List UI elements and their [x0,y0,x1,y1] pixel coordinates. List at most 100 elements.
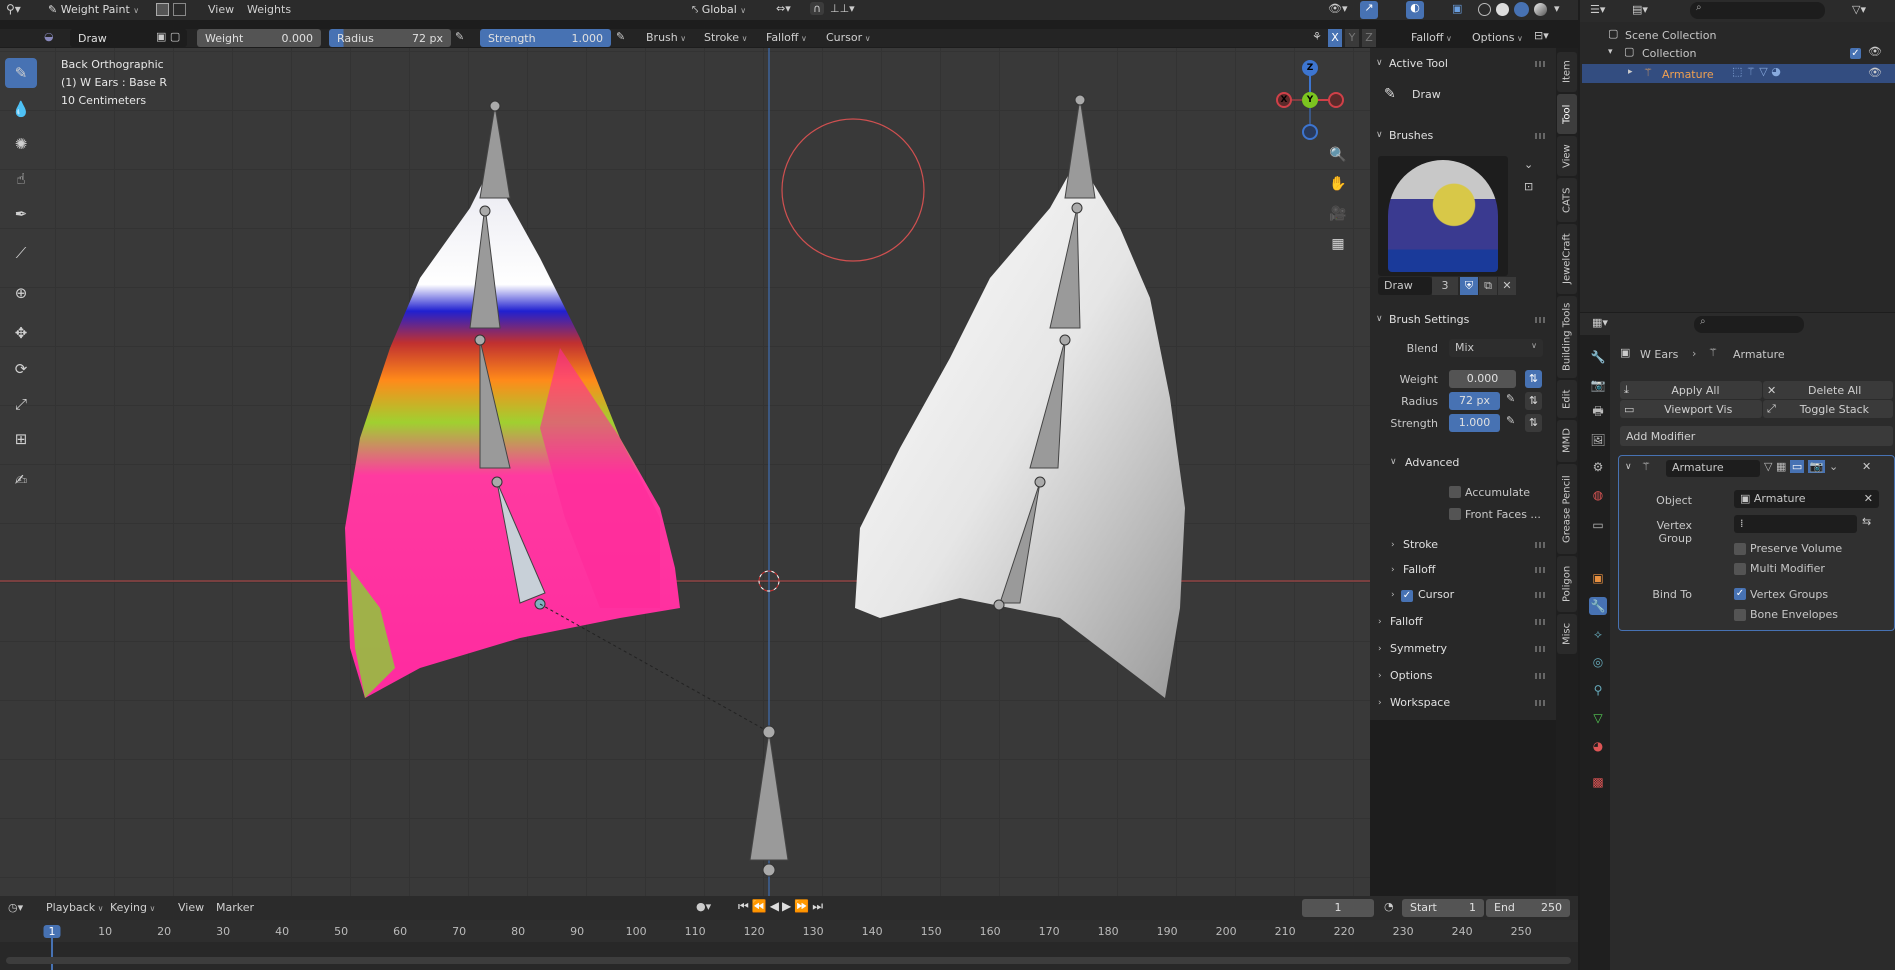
strength-field[interactable]: Strength 1.000 [480,29,611,47]
tab-tool[interactable]: Tool [1557,94,1577,134]
menu-weights[interactable]: Weights [247,0,291,20]
navigation-gizmo[interactable]: Z Y X [1270,60,1350,140]
falloff-chevron[interactable]: › [1378,617,1382,627]
object-field[interactable]: ▣ Armature ✕ [1734,490,1879,508]
particles-props-icon[interactable]: ⟡ [1589,625,1607,643]
orientation-selector[interactable]: ⤣ Global [692,2,746,18]
pan-hand-icon[interactable]: ✋ [1326,172,1350,196]
tab-misc[interactable]: Misc [1557,614,1577,654]
object-props-icon[interactable]: ▣ [1589,569,1607,587]
gizmo-z[interactable]: Z [1302,60,1318,76]
workspace-chevron[interactable]: › [1378,698,1382,708]
active-tool-chevron[interactable]: ∨ [1376,58,1383,68]
shading-solid[interactable] [1496,3,1509,16]
falloff-popover[interactable]: Falloff [1411,28,1452,48]
vertex-group-field[interactable]: ⁞ [1734,515,1857,533]
tab-jewelcraft[interactable]: JewelCraft [1557,224,1577,294]
weight-field[interactable]: Weight 0.000 [197,29,321,47]
world-props-icon[interactable]: ◍ [1589,486,1607,504]
mirror-x[interactable]: X [1328,29,1342,47]
properties-search-input[interactable]: ⌕ [1694,316,1804,333]
panel-grip[interactable] [1535,592,1545,598]
viewport-3d[interactable] [0,48,1370,896]
solid-toggle-icon[interactable] [172,3,186,16]
tool-sample-weight[interactable]: ✒ [5,199,37,229]
strength-value-field[interactable]: 1.000 [1449,414,1500,432]
gizmo-neg-x[interactable] [1328,92,1344,108]
modifier-remove-icon[interactable]: ✕ [1862,460,1871,473]
falloff-title[interactable]: Falloff [1390,615,1422,628]
radius-value-field[interactable]: 72 px [1449,392,1500,410]
snap-toggle[interactable]: ∩ [810,2,825,15]
shading-rendered[interactable] [1534,3,1547,16]
fake-user-shield-icon[interactable]: ⛨ [1460,277,1478,295]
ortho-grid-icon[interactable]: ▦ [1326,232,1350,256]
brush-slot-field[interactable]: Draw [1378,277,1432,295]
zoom-icon[interactable]: 🔍 [1326,143,1350,167]
collection-props-icon[interactable]: ▭ [1589,516,1607,534]
menu-view[interactable]: View [208,0,234,20]
timeline-scrollbar[interactable] [6,957,1571,964]
panel-grip[interactable] [1535,542,1545,548]
brush-settings-title[interactable]: Brush Settings [1389,313,1469,326]
tool-rotate[interactable]: ⟳ [5,354,37,384]
filter-icon[interactable]: ▽▾ [1852,3,1866,16]
workspace-title[interactable]: Workspace [1390,696,1450,709]
collection-checkbox[interactable]: ✓ [1850,46,1861,59]
multi-modifier-checkbox[interactable] [1734,562,1746,575]
mirror-y[interactable]: Y [1345,29,1359,47]
constraints-props-icon[interactable]: ⚲ [1589,681,1607,699]
view-layer-props-icon[interactable]: 🖼 [1589,431,1607,449]
modifier-props-icon[interactable]: 🔧 [1589,597,1607,615]
panel-grip[interactable] [1535,133,1545,139]
options-popover[interactable]: Options [1472,28,1523,48]
symmetry-title[interactable]: Symmetry [1390,642,1447,655]
unlink-brush-icon[interactable]: ✕ [1498,277,1516,295]
blend-dropdown[interactable]: Mix [1449,339,1543,357]
brush-toggle-icons[interactable]: ▣ ▢ [156,30,180,43]
menu-stroke[interactable]: Stroke [704,28,747,48]
jump-end-icon[interactable]: ⏭ [812,899,826,913]
brush-preview[interactable] [1378,156,1508,276]
menu-timeline-view[interactable]: View [178,898,204,918]
falloff-sub-chevron[interactable]: › [1391,565,1395,575]
symmetry-chevron[interactable]: › [1378,644,1382,654]
mirror-z[interactable]: Z [1362,29,1376,47]
gizmo-y[interactable]: Y [1302,92,1318,108]
tab-mmd[interactable]: MMD [1557,420,1577,462]
tool-scale[interactable]: ⤢ [5,389,37,419]
cursor-sub-chevron[interactable]: › [1391,590,1395,600]
panel-grip[interactable] [1535,567,1545,573]
preserve-volume-checkbox[interactable] [1734,542,1746,555]
tab-edit[interactable]: Edit [1557,380,1577,418]
advanced-title[interactable]: Advanced [1405,456,1459,469]
wire-toggle-icon[interactable] [156,3,169,16]
menu-brush[interactable]: Brush [646,28,686,48]
camera-icon[interactable]: 🎥 [1326,202,1350,226]
tool-transform[interactable]: ⊞ [5,424,37,454]
tab-building-tools[interactable]: Building Tools [1557,296,1577,378]
panel-grip[interactable] [1535,700,1545,706]
snap-selector[interactable]: ⊥⊥▾ [830,2,855,15]
tool-gradient[interactable]: ⟋ [5,238,37,268]
auto-key-icon[interactable]: ●▾ [696,900,711,913]
invert-vgroup-icon[interactable]: ⇆ [1862,515,1871,528]
collection-label[interactable]: Collection [1642,47,1696,60]
tool-blur[interactable]: 💧 [5,94,37,124]
apply-all-button[interactable]: ⤓ Apply All [1620,381,1762,399]
tab-item[interactable]: Item [1557,52,1577,92]
radius-pressure-icon[interactable]: ✎ [455,30,464,43]
menu-falloff[interactable]: Falloff [766,28,807,48]
current-frame-field[interactable]: 1 [1302,899,1374,917]
cursor-sub-title[interactable]: Cursor [1418,588,1454,601]
modifier-collapse-icon[interactable]: ∨ [1625,462,1632,472]
tool-cursor[interactable]: ⊕ [5,278,37,308]
tab-poligon[interactable]: Poligon [1557,556,1577,612]
accumulate-checkbox[interactable] [1449,485,1461,498]
radius-lock-icon[interactable]: ⇅ [1525,392,1542,410]
timeline-editor-icon[interactable]: ◷▾ [8,901,23,914]
menu-cursor[interactable]: Cursor [826,28,871,48]
options-title[interactable]: Options [1390,669,1432,682]
prev-key-icon[interactable]: ⏪ [752,899,770,913]
gizmo-neg-z[interactable] [1302,124,1318,140]
